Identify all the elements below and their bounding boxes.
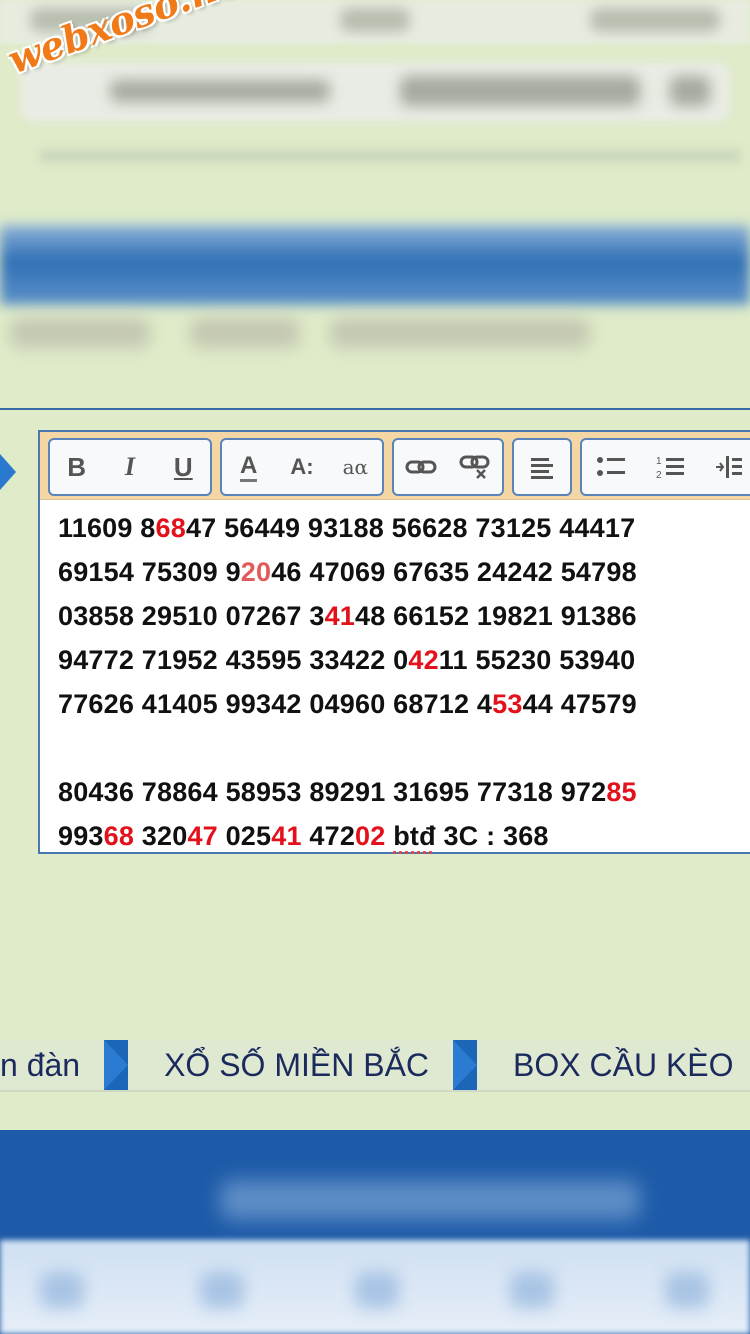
align-left-icon <box>529 455 555 479</box>
editor-toolbar: B I U A A: aα 1 2 <box>40 432 750 500</box>
number-text: 46 47069 67635 24242 54798 <box>271 557 637 587</box>
number-text: 3C : 368 <box>436 821 549 851</box>
editor-content[interactable]: 11609 86847 56449 93188 56628 73125 4441… <box>58 506 750 858</box>
highlighted-number: 02 <box>355 821 385 851</box>
number-line: 77626 41405 99342 04960 68712 45344 4757… <box>58 682 750 726</box>
number-text: 025 <box>218 821 271 851</box>
number-text: 69154 75309 9 <box>58 557 241 587</box>
highlighted-number: 68 <box>104 821 134 851</box>
nav-arrow-icon <box>453 1040 477 1090</box>
footer-text-blur <box>220 1180 640 1220</box>
unlink-icon <box>459 454 491 480</box>
underline-button[interactable]: U <box>159 447 207 487</box>
address-domain-blur <box>400 76 640 106</box>
status-time-blur <box>340 8 410 32</box>
link-icon <box>405 457 437 477</box>
link-button[interactable] <box>397 447 445 487</box>
number-text: btđ <box>393 821 436 851</box>
tabs-icon[interactable] <box>665 1272 709 1308</box>
italic-button[interactable]: I <box>106 447 154 487</box>
browser-toolbar-blur <box>40 150 740 162</box>
forward-icon[interactable] <box>200 1272 244 1308</box>
number-text: 80436 78864 58953 89291 31695 77318 972 <box>58 777 606 807</box>
bullet-list-icon <box>596 455 626 479</box>
link-group <box>392 438 504 496</box>
number-text: 472 <box>302 821 355 851</box>
font-face-button[interactable]: aα <box>331 447 379 487</box>
highlighted-number: 41 <box>325 601 355 631</box>
number-text: 11609 8 <box>58 513 156 543</box>
font-size-button[interactable]: A: <box>278 447 326 487</box>
number-text: 320 <box>134 821 187 851</box>
indent-button[interactable] <box>705 447 750 487</box>
address-text-blur <box>110 80 330 102</box>
numbered-list-icon: 1 2 <box>655 454 685 480</box>
site-header-band <box>0 225 750 305</box>
number-text: 993 <box>58 821 104 851</box>
number-line: 11609 86847 56449 93188 56628 73125 4441… <box>58 506 750 550</box>
font-color-icon: A <box>240 453 257 482</box>
nav-divider <box>0 1090 750 1092</box>
number-line: 80436 78864 58953 89291 31695 77318 9728… <box>58 770 750 814</box>
highlighted-number: 53 <box>492 689 522 719</box>
number-text: 94772 71952 43595 33422 0 <box>58 645 408 675</box>
forum-nav-bar: n đàn XỔ SỐ MIỀN BẮC BOX CẦU KÈO <box>0 1040 750 1090</box>
arrow-right-icon <box>0 454 16 490</box>
number-text: 11 55230 53940 <box>439 645 636 675</box>
highlighted-number: 47 <box>187 821 217 851</box>
nav-item[interactable]: BOX CẦU KÈO <box>477 1040 750 1090</box>
number-line: 94772 71952 43595 33422 04211 55230 5394… <box>58 638 750 682</box>
svg-text:2: 2 <box>656 470 662 480</box>
unlink-button[interactable] <box>451 447 499 487</box>
number-line: 03858 29510 07267 34148 66152 19821 9138… <box>58 594 750 638</box>
number-text: 48 66152 19821 91386 <box>355 601 637 631</box>
number-text: 77626 41405 99342 04960 68712 4 <box>58 689 492 719</box>
number-text: 47 56449 93188 56628 73125 44417 <box>186 513 635 543</box>
breadcrumb-blur <box>10 318 150 348</box>
indent-icon <box>714 454 744 480</box>
bookmarks-icon[interactable] <box>510 1272 554 1308</box>
highlighted-number: 42 <box>408 645 438 675</box>
status-battery-blur <box>590 8 720 32</box>
breadcrumb-blur <box>330 318 590 348</box>
highlighted-number: 41 <box>271 821 301 851</box>
svg-text:1: 1 <box>656 456 662 467</box>
bullet-list-button[interactable] <box>587 447 635 487</box>
nav-item[interactable]: n đàn <box>0 1040 104 1090</box>
breadcrumb-blur <box>190 318 300 348</box>
back-icon[interactable] <box>40 1272 84 1308</box>
number-line: 69154 75309 92046 47069 67635 24242 5479… <box>58 550 750 594</box>
nav-arrow-icon <box>104 1040 128 1090</box>
align-group <box>512 438 572 496</box>
blank-line <box>58 726 750 770</box>
highlighted-number: 68 <box>156 513 186 543</box>
share-icon[interactable] <box>355 1272 399 1308</box>
number-line: 99368 32047 02541 47202 btđ 3C : 368 <box>58 814 750 858</box>
reload-icon[interactable] <box>670 76 710 106</box>
highlighted-number: 85 <box>606 777 636 807</box>
highlighted-number: 20 <box>241 557 271 587</box>
font-color-button[interactable]: A <box>225 447 273 487</box>
align-left-button[interactable] <box>518 447 566 487</box>
numbered-list-button[interactable]: 1 2 <box>646 447 694 487</box>
format-group: B I U <box>48 438 212 496</box>
font-group: A A: aα <box>220 438 384 496</box>
rich-text-editor[interactable]: B I U A A: aα 1 2 11609 86847 56449 9318… <box>38 430 750 854</box>
nav-item[interactable]: XỔ SỐ MIỀN BẮC <box>128 1040 453 1090</box>
number-text: 44 47579 <box>523 689 637 719</box>
bold-button[interactable]: B <box>53 447 101 487</box>
number-text: 03858 29510 07267 3 <box>58 601 325 631</box>
list-group: 1 2 <box>580 438 750 496</box>
panel-divider <box>0 408 750 410</box>
